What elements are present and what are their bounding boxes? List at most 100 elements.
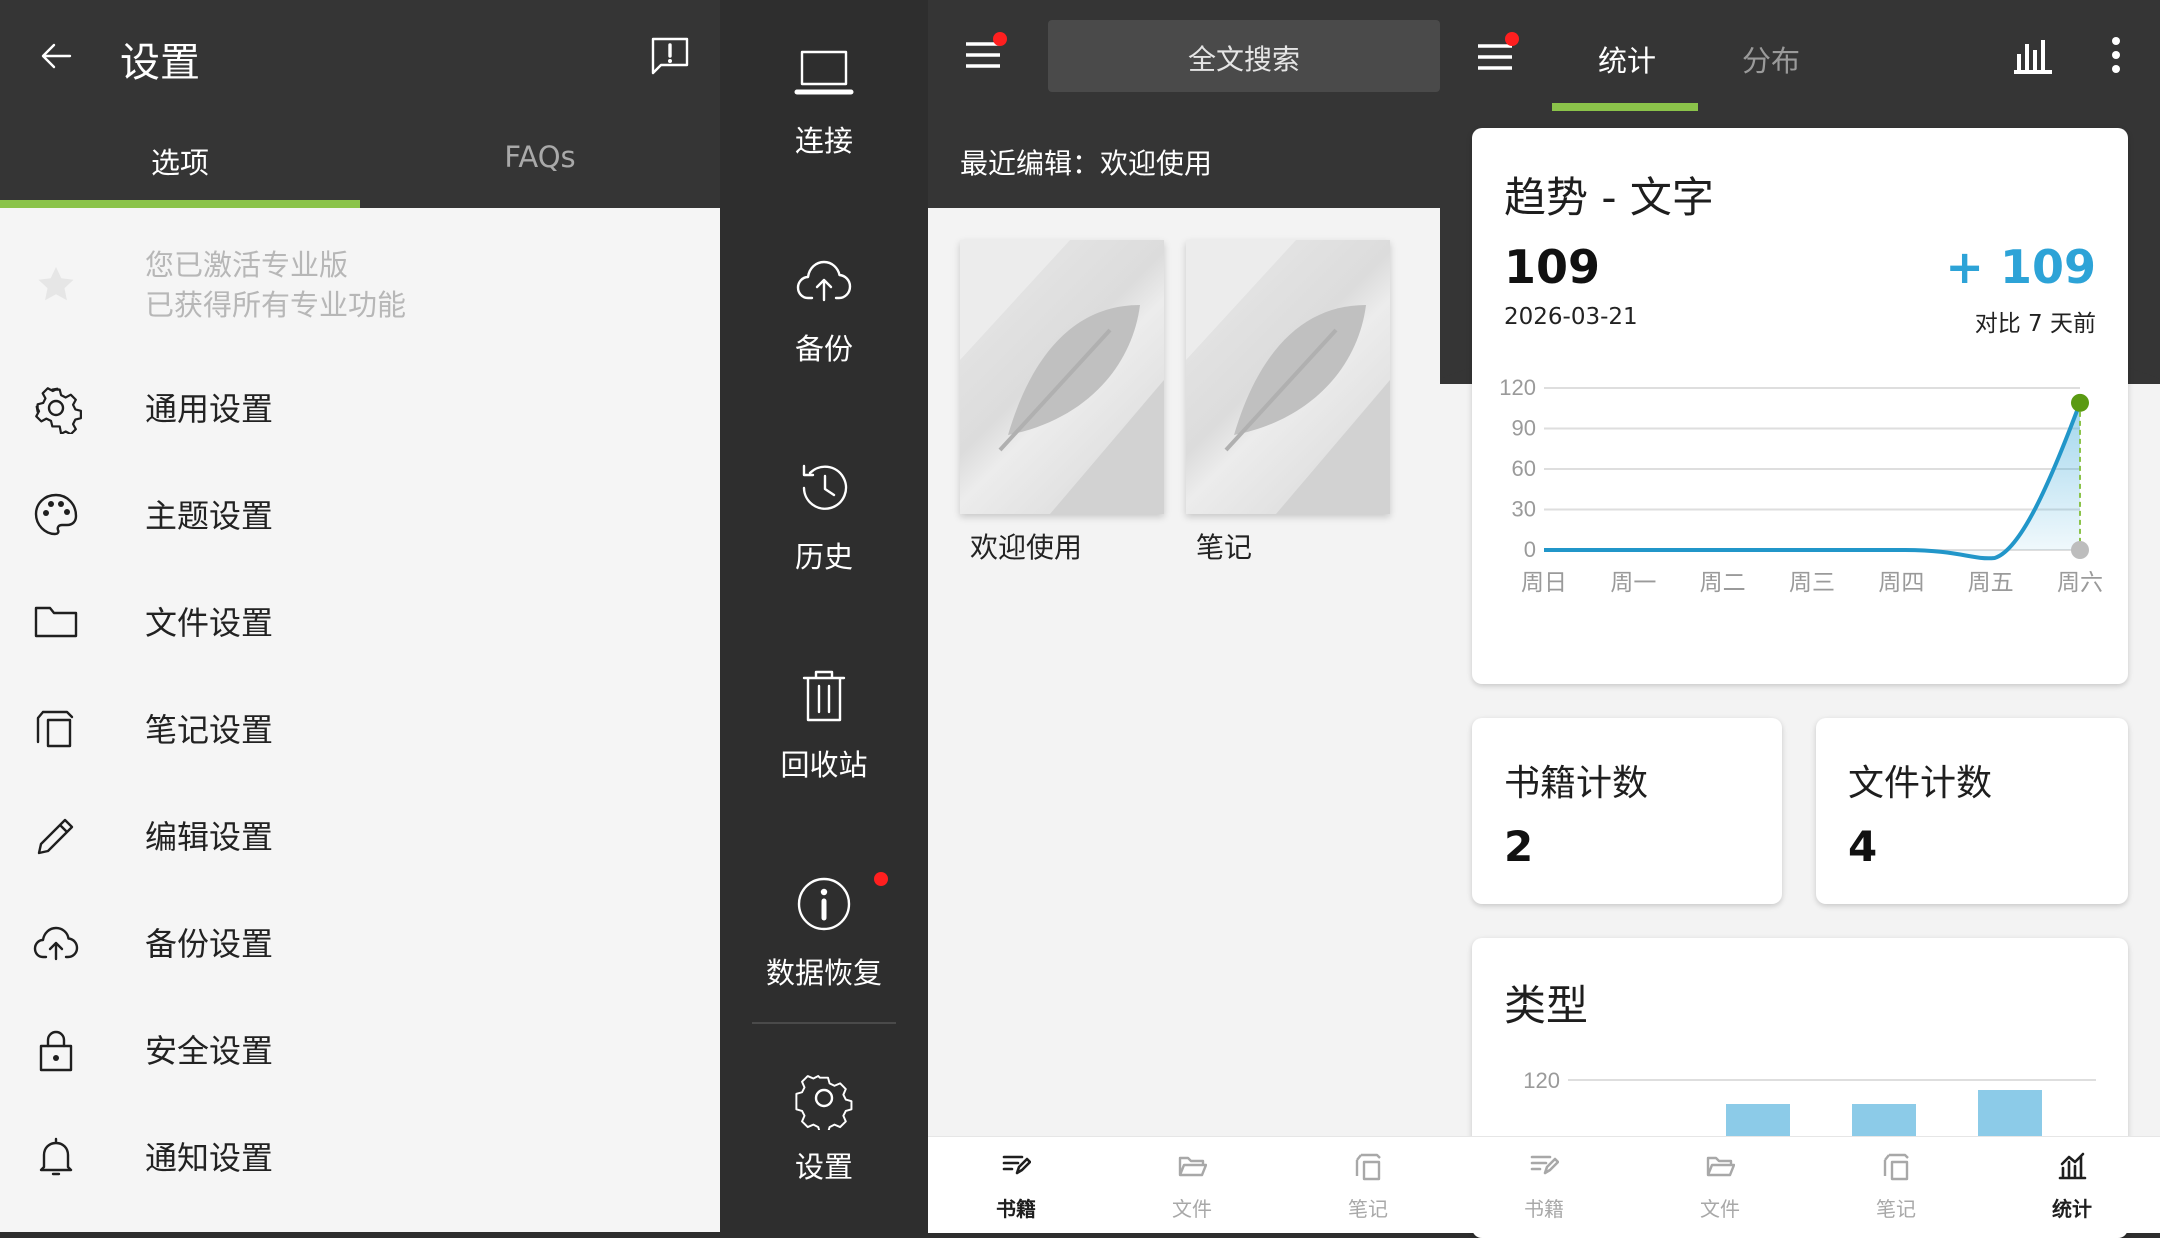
- settings-item-edit[interactable]: 编辑设置: [0, 784, 720, 884]
- settings-item-theme[interactable]: 主题设置: [0, 463, 720, 563]
- page-title: 设置: [120, 40, 200, 86]
- drawer-item-label: 设置: [794, 1150, 853, 1184]
- settings-item-label: 通用设置: [145, 390, 274, 428]
- drawer-item-label: 历史: [794, 540, 853, 574]
- bottom-nav-item[interactable]: 统计: [1984, 1137, 2160, 1233]
- cloud-upload-icon: [792, 248, 856, 312]
- file-count-value: 4: [1848, 822, 1878, 871]
- pro-status: 您已激活专业版 已获得所有专业功能: [0, 228, 720, 338]
- bar-chart-icon[interactable]: [2010, 36, 2054, 76]
- bottom-nav-item[interactable]: 书籍: [928, 1137, 1104, 1233]
- back-arrow-icon[interactable]: [36, 36, 76, 76]
- bottom-nav-label: 笔记: [1876, 1197, 1916, 1221]
- file-count-card: 文件计数 4: [1816, 718, 2128, 904]
- settings-item-label: 备份设置: [145, 925, 274, 963]
- settings-item-file[interactable]: 文件设置: [0, 570, 720, 670]
- book-count-label: 书籍计数: [1504, 763, 1649, 804]
- trend-title: 趋势 - 文字: [1504, 173, 1714, 222]
- book-cover[interactable]: [1186, 240, 1390, 514]
- settings-item-label: 文件设置: [145, 604, 274, 642]
- tab-statistics[interactable]: 统计: [1598, 38, 1656, 80]
- settings-item-label: 编辑设置: [145, 818, 274, 856]
- bottom-nav-label: 书籍: [996, 1197, 1036, 1221]
- settings-item-label: 通知设置: [145, 1139, 274, 1177]
- settings-item-notification[interactable]: 通知设置: [0, 1105, 720, 1205]
- x-tick-label: 周一: [1610, 569, 1656, 595]
- gear-icon: [792, 1066, 856, 1130]
- trend-value: 109: [1504, 240, 1601, 294]
- file-count-label: 文件计数: [1848, 763, 1993, 804]
- stats-panel: 统计 分布 趋势 - 文字 109 2026-03-21 + 109 对比 7 …: [1440, 0, 2160, 1238]
- chart-icon: [2057, 1151, 2087, 1181]
- book-title[interactable]: 笔记: [1196, 526, 1252, 566]
- book-count-card: 书籍计数 2: [1472, 718, 1782, 904]
- tab-faqs[interactable]: FAQs: [360, 140, 720, 174]
- bottom-nav-item[interactable]: 文件: [1632, 1137, 1808, 1233]
- books-header: 全文搜索 最近编辑：欢迎使用: [928, 0, 1440, 208]
- settings-item-general[interactable]: 通用设置: [0, 356, 720, 456]
- trend-compare-text: 对比 7 天前: [1974, 311, 2096, 337]
- drawer-item-trash[interactable]: 回收站: [720, 624, 928, 814]
- book-cover[interactable]: [960, 240, 1164, 514]
- feather-icon: [960, 240, 1164, 514]
- notification-badge: [874, 872, 888, 886]
- bottom-nav-item[interactable]: 笔记: [1808, 1137, 1984, 1233]
- nav-drawer: 连接 备份 历史 回收站 数据恢复 设置: [720, 0, 928, 1232]
- notification-badge: [1505, 32, 1519, 46]
- book-title[interactable]: 欢迎使用: [970, 526, 1082, 566]
- settings-item-label: 主题设置: [145, 497, 274, 535]
- folder-icon: [30, 596, 82, 648]
- folder-open-icon: [1705, 1151, 1735, 1181]
- bottom-nav-label: 书籍: [1524, 1197, 1564, 1221]
- feedback-icon[interactable]: [648, 34, 692, 78]
- settings-item-notes[interactable]: 笔记设置: [0, 677, 720, 777]
- gear-icon: [30, 382, 82, 434]
- data-point: [2071, 393, 2089, 412]
- star-icon: [36, 264, 76, 304]
- settings-header: 设置 选项 FAQs: [0, 0, 720, 208]
- x-tick-label: 周二: [1700, 569, 1746, 595]
- bottom-nav-label: 笔记: [1348, 1197, 1388, 1221]
- bottom-nav-item[interactable]: 笔记: [1280, 1137, 1456, 1233]
- notification-badge: [993, 32, 1007, 46]
- fulltext-search-button[interactable]: 全文搜索: [1048, 20, 1440, 92]
- series-line: [1544, 402, 2082, 561]
- bottom-nav-label: 统计: [2052, 1197, 2092, 1221]
- bottom-navigation: 书籍 文件 笔记 书籍 文件 笔记 统计: [928, 1136, 2160, 1233]
- bottom-nav-label: 文件: [1700, 1197, 1740, 1221]
- laptop-icon: [792, 40, 856, 104]
- notes-icon: [30, 703, 82, 755]
- recent-edit-text[interactable]: 最近编辑：欢迎使用: [960, 142, 1212, 182]
- settings-item-label: 安全设置: [145, 1032, 274, 1070]
- trend-line-chart: 0 30 60 90 120 周日 周一 周二 周三 周四 周五 周六: [1499, 375, 2103, 595]
- bottom-nav-item[interactable]: 书籍: [1456, 1137, 1632, 1233]
- more-vert-icon[interactable]: [2110, 36, 2122, 76]
- drawer-item-data-recovery[interactable]: 数据恢复: [720, 832, 928, 1022]
- info-icon: [792, 872, 856, 936]
- book-edit-icon: [1529, 1151, 1559, 1181]
- tab-options[interactable]: 选项: [0, 140, 360, 182]
- book-edit-icon: [1001, 1151, 1031, 1181]
- bottom-nav-item[interactable]: 文件: [1104, 1137, 1280, 1233]
- book-count-value: 2: [1504, 822, 1534, 871]
- drawer-divider: [752, 1022, 896, 1024]
- notes-icon: [1881, 1151, 1911, 1181]
- x-tick-label: 周四: [1878, 569, 1924, 595]
- pro-activated-text: 您已激活专业版: [145, 248, 349, 282]
- history-icon: [792, 456, 856, 520]
- settings-item-security[interactable]: 安全设置: [0, 998, 720, 1098]
- active-tab-indicator: [1552, 103, 1698, 111]
- drawer-item-settings[interactable]: 设置: [720, 1026, 928, 1216]
- y-tick-label: 90: [1512, 416, 1536, 441]
- settings-item-label: 笔记设置: [145, 711, 274, 749]
- drawer-item-connect[interactable]: 连接: [720, 0, 928, 190]
- notes-icon: [1353, 1151, 1383, 1181]
- drawer-item-backup[interactable]: 备份: [720, 208, 928, 398]
- tab-distribution[interactable]: 分布: [1742, 38, 1800, 80]
- settings-item-backup[interactable]: 备份设置: [0, 891, 720, 991]
- x-tick-label: 周五: [1968, 569, 2014, 595]
- y-tick-label: 60: [1512, 456, 1536, 481]
- folder-open-icon: [1177, 1151, 1207, 1181]
- drawer-item-history[interactable]: 历史: [720, 416, 928, 606]
- drawer-item-label: 数据恢复: [765, 956, 882, 990]
